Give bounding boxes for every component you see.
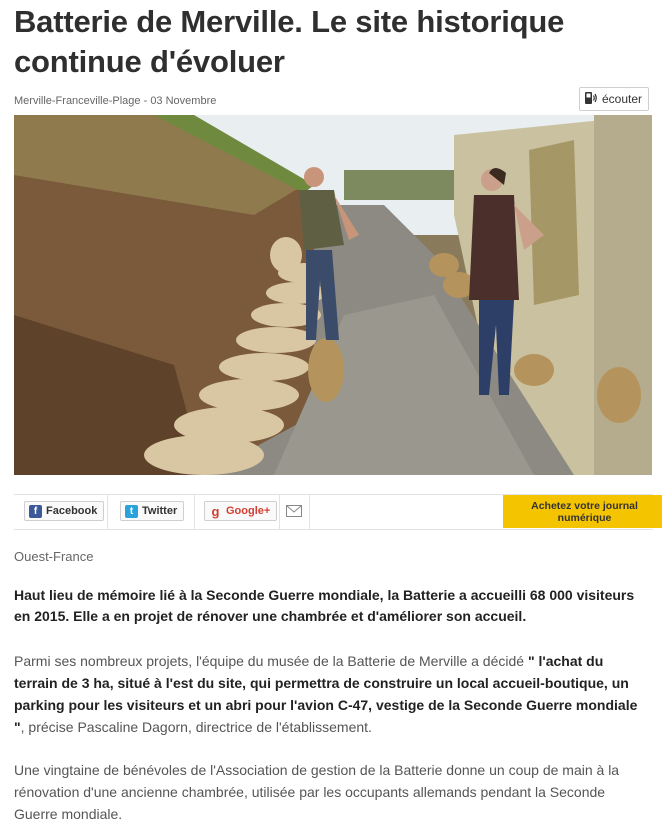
share-divider (279, 495, 280, 529)
google-share-button[interactable]: g Google+ (204, 501, 278, 521)
google-plus-icon: g (211, 503, 220, 519)
paragraph-text: , précise Pascaline Dagorn, directrice d… (20, 719, 372, 735)
facebook-label: Facebook (46, 505, 98, 517)
article-paragraph: Une vingtaine de bénévoles de l'Associat… (14, 762, 620, 822)
facebook-share-button[interactable]: f Facebook (24, 501, 105, 521)
listen-label: écouter (602, 92, 643, 106)
twitter-share-button[interactable]: t Twitter (120, 501, 185, 521)
article-lead: Haut lieu de mémoire lié à la Seconde Gu… (14, 587, 635, 624)
facebook-icon: f (29, 504, 42, 518)
share-divider (107, 495, 108, 529)
paragraph-text: Parmi ses nombreux projets, l'équipe du … (14, 653, 528, 669)
twitter-icon: t (125, 504, 138, 518)
article-title: Batterie de Merville. Le site historique… (14, 4, 565, 79)
twitter-label: Twitter (142, 505, 178, 517)
buy-label-line2: numérique (557, 511, 612, 524)
google-label: Google+ (226, 505, 271, 517)
listen-button[interactable]: écouter (579, 87, 650, 111)
article-photo (14, 115, 652, 475)
speaker-icon (584, 91, 598, 108)
share-divider (194, 495, 195, 529)
article-meta: Merville-Franceville-Plage - 03 Novembre (14, 95, 217, 107)
share-bar: f Facebook t Twitter g Google+ Achetez v… (14, 494, 662, 530)
buy-label-line1: Achetez votre journal (531, 499, 638, 512)
buy-digital-newspaper-button[interactable]: Achetez votre journal numérique (503, 495, 662, 528)
article-source: Ouest-France (14, 549, 94, 564)
mail-icon[interactable] (286, 504, 302, 522)
share-divider (309, 495, 310, 529)
article-paragraph: Parmi ses nombreux projets, l'équipe du … (14, 650, 650, 738)
